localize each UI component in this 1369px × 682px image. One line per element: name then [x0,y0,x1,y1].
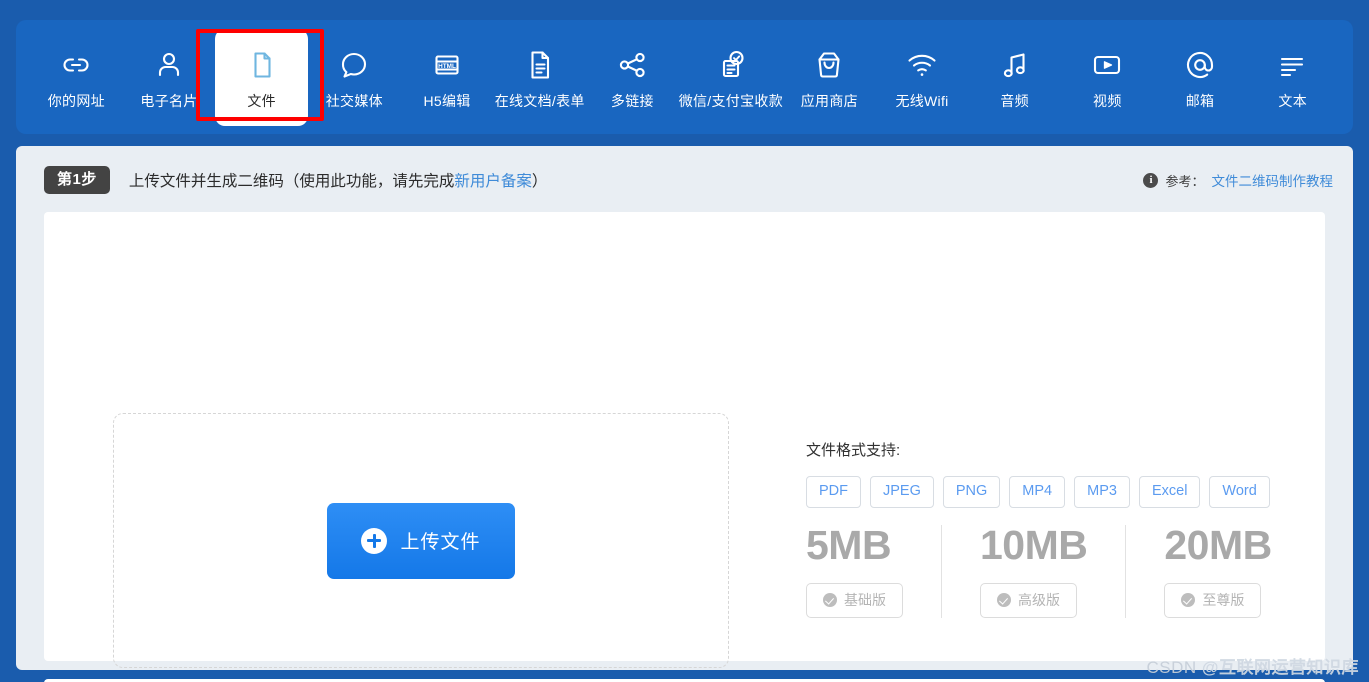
step-badge: 第1步 [44,166,110,194]
new-user-record-link[interactable]: 新用户备案 [454,173,532,190]
document-lines-icon [523,44,557,82]
nav-item-label: 视频 [1093,93,1122,109]
plus-icon [361,527,388,554]
nav-item-1[interactable]: 你的网址 [30,29,123,126]
nav-item-11[interactable]: 音频 [968,29,1061,126]
wifi-icon [905,44,939,82]
tier-size: 10MB [980,522,1088,568]
size-tier: 20MB 至尊版 [1164,522,1272,618]
nav-item-7[interactable]: 多链接 [586,29,679,126]
link-icon [59,44,93,82]
nav-item-label: 你的网址 [47,93,105,109]
tier-badge: 高级版 [980,583,1077,618]
nav-item-label: 文件 [247,93,276,109]
nav-item-9[interactable]: 应用商店 [783,29,876,126]
nav-item-label: H5编辑 [423,93,471,109]
main-panel: 第1步 上传文件并生成二维码（使用此功能，请先完成新用户备案） i 参考： 文件… [16,146,1353,682]
step-title-suffix: ） [531,173,548,190]
nav-item-label: 多链接 [610,93,654,109]
format-chip: PDF [806,476,861,508]
reference-block: i 参考： 文件二维码制作教程 [1143,170,1333,190]
size-tier: 5MB 基础版 [806,525,942,618]
tutorial-link[interactable]: 文件二维码制作教程 [1212,170,1334,190]
nav-item-3[interactable]: 文件 [215,29,309,126]
music-note-icon [998,44,1032,82]
step-title-prefix: 上传文件并生成二维码（使用此功能，请先完成 [128,173,455,190]
check-circle-icon [997,593,1011,607]
watermark-text: @互联网运营知识库 [1201,658,1359,677]
nav-item-label: 在线文档/表单 [494,93,585,109]
supported-formats-title: 文件格式支持: [806,442,901,459]
format-chip: PNG [942,476,1001,508]
share-nodes-icon [615,44,649,82]
check-circle-icon [1181,593,1196,607]
svg-text:HTML: HTML [438,63,456,70]
nav-item-label: 电子名片 [140,93,198,109]
tier-size: 20MB [1164,522,1272,568]
supported-formats: 文件格式支持: PDF JPEG PNG MP4 MP3 Excel Word [806,439,1276,508]
size-tier: 10MB 高级版 [980,522,1127,618]
nav-item-label: 邮箱 [1185,93,1215,109]
video-play-icon [1090,44,1124,82]
nav-item-label: 文本 [1278,93,1307,109]
nav-item-14[interactable]: 文本 [1246,29,1339,126]
nav-item-10[interactable]: 无线Wifi [876,29,969,126]
check-circle-icon [823,593,837,607]
reference-label: 参考： [1165,173,1205,189]
person-icon [152,44,186,82]
watermark-prefix: CSDN [1146,658,1202,677]
nav-item-2[interactable]: 电子名片 [123,29,216,126]
format-chip: Excel [1138,476,1201,508]
format-chip: Word [1209,476,1270,508]
nav-item-label: 微信/支付宝收款 [678,93,783,109]
nav-item-label: 应用商店 [800,93,858,109]
nav-item-label: 无线Wifi [895,93,949,109]
html-icon: HTML [430,44,464,82]
format-chip: MP4 [1009,476,1066,508]
nav-item-12[interactable]: 视频 [1061,29,1154,126]
nav-item-13[interactable]: 邮箱 [1154,29,1247,126]
text-lines-icon [1276,44,1310,82]
tier-badge-label: 至尊版 [1202,592,1245,608]
upload-file-label: 上传文件 [400,532,481,553]
nav-item-8[interactable]: 微信/支付宝收款 [679,29,783,126]
file-dropzone[interactable]: 上传文件 [113,413,729,668]
info-icon: i [1143,172,1159,188]
chat-bubble-icon [337,44,371,82]
nav-item-4[interactable]: 社交媒体 [308,29,401,126]
nav-item-5[interactable]: HTML H5编辑 [401,29,494,126]
content-card: 上传文件 文件格式支持: PDF JPEG PNG MP4 MP3 Excel Word 5… [44,212,1325,668]
tier-badge: 至尊版 [1164,583,1262,618]
shopping-bag-icon [812,44,846,82]
tier-badge-label: 基础版 [844,592,886,608]
step-header: 第1步 上传文件并生成二维码（使用此功能，请先完成新用户备案） i 参考： 文件… [44,165,1333,195]
nav-item-label: 社交媒体 [325,93,383,109]
step-title: 上传文件并生成二维码（使用此功能，请先完成新用户备案） [129,169,548,191]
tier-badge: 基础版 [806,583,903,618]
tier-badge-label: 高级版 [1018,592,1060,608]
size-tier-list: 5MB 基础版 10MB 高级版 20MB 至尊版 [806,525,1296,618]
payment-check-icon [714,44,748,82]
file-icon [245,44,279,82]
category-toolbar: 你的网址 电子名片 文件 社交媒体 HTML H5编辑 在线文档/表单 多链接 微信/支付宝收款… [16,20,1353,134]
watermark: CSDN @互联网运营知识库 [1147,653,1359,678]
at-sign-icon [1183,44,1217,82]
format-chip: JPEG [870,476,934,508]
tier-size: 5MB [806,522,892,568]
upload-file-button[interactable]: 上传文件 [327,502,515,579]
nav-item-6[interactable]: 在线文档/表单 [493,29,586,126]
format-chip-list: PDF JPEG PNG MP4 MP3 Excel Word [806,476,1276,508]
format-chip: MP3 [1074,476,1130,508]
nav-item-label: 音频 [1000,93,1029,109]
